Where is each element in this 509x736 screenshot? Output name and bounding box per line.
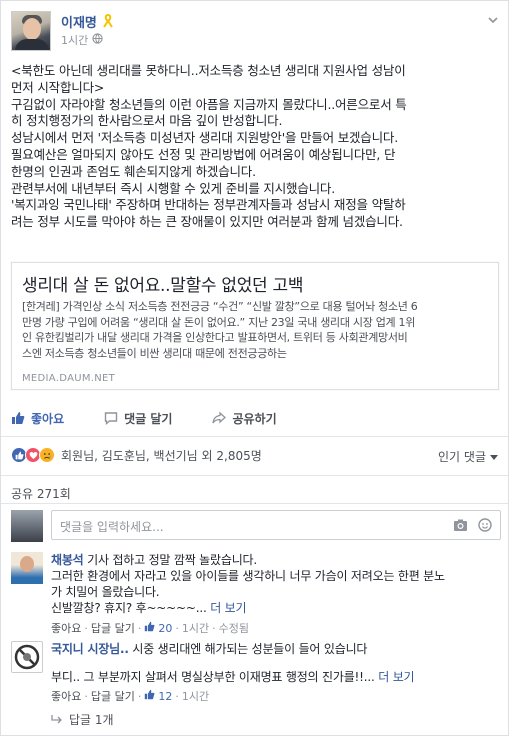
comment-line: 부디.. 그 부분까지 살펴서 명실상부한 이재명표 행정의 진가를!!...: [51, 670, 375, 684]
commenter-name[interactable]: 국지니 시장님..: [51, 642, 129, 656]
commenter-avatar[interactable]: [11, 641, 43, 673]
link-description: [한겨레] 가격인상 소식 저소득층 전전긍긍 “수건” “신발 깔창”으로 대…: [22, 299, 492, 361]
share-icon: [212, 411, 227, 425]
comment-line: [51, 657, 501, 669]
share-count[interactable]: 공유 271회: [11, 485, 71, 502]
see-more-link[interactable]: 더 보기: [378, 670, 414, 684]
sad-reaction-icon: [39, 447, 55, 463]
divider: [1, 436, 508, 437]
comment-meta: 좋아요 · 답글 달기 · 20 · 1시간 · 수정됨: [51, 620, 249, 636]
view-replies-link[interactable]: 답글 1개: [51, 711, 114, 728]
post-body-line: 성남시에서 먼저 '저소득층 미성년자 생리대 지원방안'을 만들어 보겠습니다…: [11, 130, 398, 146]
share-label: 공유하기: [232, 411, 277, 426]
link-source: MEDIA.DAUM.NET: [22, 373, 116, 384]
no-symbol-icon: [14, 644, 40, 670]
thumbs-up-icon: [144, 621, 155, 635]
author-name[interactable]: 이재명: [61, 12, 97, 31]
post-body-line: '복지과잉 국민나태' 주장하며 반대하는 정부관계자들과 성남시 재정을 약탈…: [11, 197, 406, 213]
sort-label: 인기 댓글: [438, 450, 486, 464]
comment-icon: [104, 411, 118, 425]
comment-reply-link[interactable]: 답글 달기: [91, 620, 135, 636]
comment-like-link[interactable]: 좋아요: [51, 620, 81, 636]
see-more-link[interactable]: 더 보기: [210, 601, 246, 615]
comment-like-count[interactable]: 20: [158, 622, 172, 635]
post-body-line: 필요예산은 얼마되지 않아도 선정 및 관리방법에 어려움이 예상됩니다만, 단: [11, 146, 396, 162]
reaction-names[interactable]: 회원님, 김도훈님, 백선기님 외 2,805명: [61, 447, 262, 464]
link-title[interactable]: 생리대 살 돈 없어요..말할수 없었던 고백: [22, 271, 303, 296]
comment-line: 가 치밀어 올랐습니다.: [51, 585, 160, 599]
comment-line: 그러한 환경에서 자라고 있을 아이들를 생각하니 너무 가슴이 저려오는 한편…: [51, 569, 445, 583]
comment-placeholder: 댓글을 입력하세요...: [60, 520, 164, 534]
comment-composer: 댓글을 입력하세요...: [11, 510, 501, 542]
comment-meta: 좋아요 · 답글 달기 · 12 · 1시간: [51, 688, 210, 704]
share-button[interactable]: 공유하기: [212, 410, 277, 427]
post-time[interactable]: 1시간: [61, 32, 88, 48]
link-desc-line: [한겨레] 가격인상 소식 저소득층 전전긍긍 “수건” “신발 깔창”으로 대…: [22, 300, 418, 313]
yellow-ribbon-icon: [103, 14, 113, 28]
author-avatar[interactable]: [11, 11, 51, 51]
post-header: 이재명 1시간: [11, 11, 500, 55]
comment-input[interactable]: 댓글을 입력하세요...: [51, 510, 501, 540]
link-desc-line: 인 유한킴벌리가 내달 생리대 가격을 인상한다고 발표하면서, 트위터 등 사…: [22, 331, 408, 344]
comment-time[interactable]: 1시간: [182, 620, 209, 636]
comment-reply-link[interactable]: 답글 달기: [91, 688, 135, 704]
commenter-avatar[interactable]: [11, 552, 43, 584]
thumbs-up-icon: [11, 411, 25, 425]
post-body-line: 관련부서에 내년부터 즉시 시행할 수 있게 준비를 지시했습니다.: [11, 180, 335, 196]
sort-comments-dropdown[interactable]: 인기 댓글: [438, 448, 498, 465]
comment-like-link[interactable]: 좋아요: [51, 688, 81, 704]
post-body-line: <북한도 아닌데 생리대를 못하다니..저소득층 청소년 생리대 지원사업 성남…: [11, 63, 406, 78]
camera-icon[interactable]: [453, 518, 468, 535]
post-actions: 좋아요 댓글 달기 공유하기: [11, 405, 501, 431]
post-body-line: 한명의 인권과 존엄도 훼손되지않게 하겠습니다.: [11, 163, 256, 179]
divider: [1, 503, 508, 504]
post-body-line: 구김없이 자라야할 청소년들의 이런 아픔을 지금까지 몰랐다니..어른으로서 …: [11, 96, 407, 112]
reply-arrow-icon: [51, 713, 63, 727]
post-body-line: 려는 정부 시도를 막아야 하는 큰 장애물이 있지만 여러분과 함께 넘겠습니…: [11, 214, 403, 230]
sticker-icon[interactable]: [478, 518, 492, 535]
like-button[interactable]: 좋아요: [11, 410, 64, 427]
thumbs-up-icon: [144, 689, 155, 703]
link-desc-line: 만명 가량 구입에 어려움 “생리대 살 돈이 없어요.” 지난 23일 국내 …: [22, 315, 416, 329]
comment-line: 시중 생리대엔 해가되는 성분들이 들어 있습니다: [132, 642, 368, 656]
comment-edited[interactable]: 수정됨: [219, 620, 249, 636]
comment-like-count[interactable]: 12: [158, 690, 172, 703]
comment-button[interactable]: 댓글 달기: [104, 410, 172, 427]
comment-line: 신발깔창? 휴지? 후~~~~~...: [51, 601, 207, 615]
post-body-line: 히 정치행정가의 한사람으로서 마음 깊이 반성합니다.: [11, 113, 283, 129]
chevron-down-icon[interactable]: [486, 13, 500, 27]
post-body-line: 먼저 시작합니다>: [11, 79, 105, 95]
commenter-name[interactable]: 채봉석: [51, 553, 84, 567]
like-label: 좋아요: [31, 411, 65, 426]
globe-icon: [92, 33, 103, 47]
post-card: 이재명 1시간 <북한도 아닌데 생리대를 못하다니..저소득층 청소년 생리대…: [0, 0, 509, 736]
divider: [1, 475, 508, 476]
reply-count: 답글 1개: [69, 713, 114, 727]
comment-line: 기사 접하고 정말 깜짝 놀랐습니다.: [87, 553, 257, 567]
link-desc-line: 스엔 저소득층 청소년들이 비싼 생리대 때문에 전전긍긍하는: [22, 346, 287, 360]
reaction-summary[interactable]: 회원님, 김도훈님, 백선기님 외 2,805명: [11, 444, 501, 466]
comment-label: 댓글 달기: [124, 411, 173, 426]
caret-down-icon: [490, 450, 498, 464]
comment-time[interactable]: 1시간: [182, 688, 209, 704]
post-body: <북한도 아닌데 생리대를 못하다니..저소득층 청소년 생리대 지원사업 성남…: [11, 63, 501, 231]
current-user-avatar: [11, 510, 43, 542]
link-preview[interactable]: 생리대 살 돈 없어요..말할수 없었던 고백 [한겨레] 가격인상 소식 저소…: [11, 262, 499, 390]
